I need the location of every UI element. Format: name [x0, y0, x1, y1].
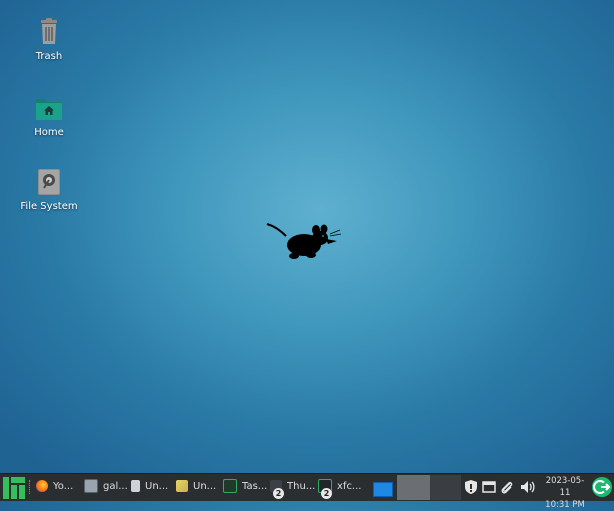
workspace-3[interactable] [430, 475, 461, 500]
task-button-text-editor[interactable]: Un... [176, 475, 220, 499]
logout-icon [593, 480, 611, 494]
task-label: Un... [193, 481, 217, 492]
task-button-xfce-terminal[interactable]: xfc... 2 [318, 475, 364, 499]
desktop-icon-file-system[interactable]: File System [4, 166, 94, 212]
task-label: Tas... [242, 481, 267, 492]
workspace-2-active[interactable] [397, 475, 430, 500]
hard-drive-icon [33, 166, 65, 198]
workspace-window-preview [373, 482, 393, 497]
firefox-icon [36, 480, 48, 492]
clock[interactable]: 2023-05-11 10:31 PM [541, 475, 589, 511]
notifications-icon[interactable] [481, 479, 497, 495]
calculator-icon [84, 479, 98, 493]
security-shield-icon[interactable] [463, 479, 479, 495]
trash-icon [33, 16, 65, 48]
clock-time: 10:31 PM [545, 500, 585, 510]
desktop-icon-label: Trash [35, 51, 63, 62]
volume-icon[interactable] [519, 479, 535, 495]
document-icon [131, 480, 140, 492]
desktop: Trash Home File System [0, 0, 614, 473]
panel-separator [29, 480, 32, 494]
power-button[interactable] [592, 477, 612, 497]
task-label: Yo... [53, 481, 74, 492]
task-button-task-manager[interactable]: Tas... [223, 475, 267, 499]
task-button-thunar[interactable]: Thu... 2 [270, 475, 318, 499]
desktop-icon-home[interactable]: Home [4, 92, 94, 138]
manjaro-logo-icon [3, 477, 25, 499]
taskbar: Yo... gal... Un... Un... Tas... Thu... 2… [0, 473, 614, 510]
manjaro-menu-button[interactable] [2, 476, 26, 500]
task-label: gal... [103, 481, 128, 492]
clipboard-icon[interactable] [499, 479, 515, 495]
clock-date: 2023-05-11 [545, 476, 585, 498]
desktop-icon-label: Home [34, 127, 64, 138]
window-count-badge: 2 [321, 488, 332, 499]
window-count-badge: 2 [273, 488, 284, 499]
task-button-firefox[interactable]: Yo... [36, 475, 80, 499]
desktop-icon-trash[interactable]: Trash [4, 16, 94, 62]
task-manager-icon [223, 479, 237, 493]
workspace-1[interactable] [366, 475, 397, 500]
task-button-galculator[interactable]: gal... [84, 475, 128, 499]
task-label: Thu... [287, 481, 316, 492]
task-label: xfc... [337, 481, 362, 492]
text-editor-icon [176, 480, 188, 492]
task-button-document[interactable]: Un... [131, 475, 175, 499]
task-label: Un... [145, 481, 169, 492]
desktop-icon-label: File System [20, 201, 78, 212]
home-folder-icon [33, 92, 65, 124]
xfce-mouse-logo [264, 220, 344, 269]
